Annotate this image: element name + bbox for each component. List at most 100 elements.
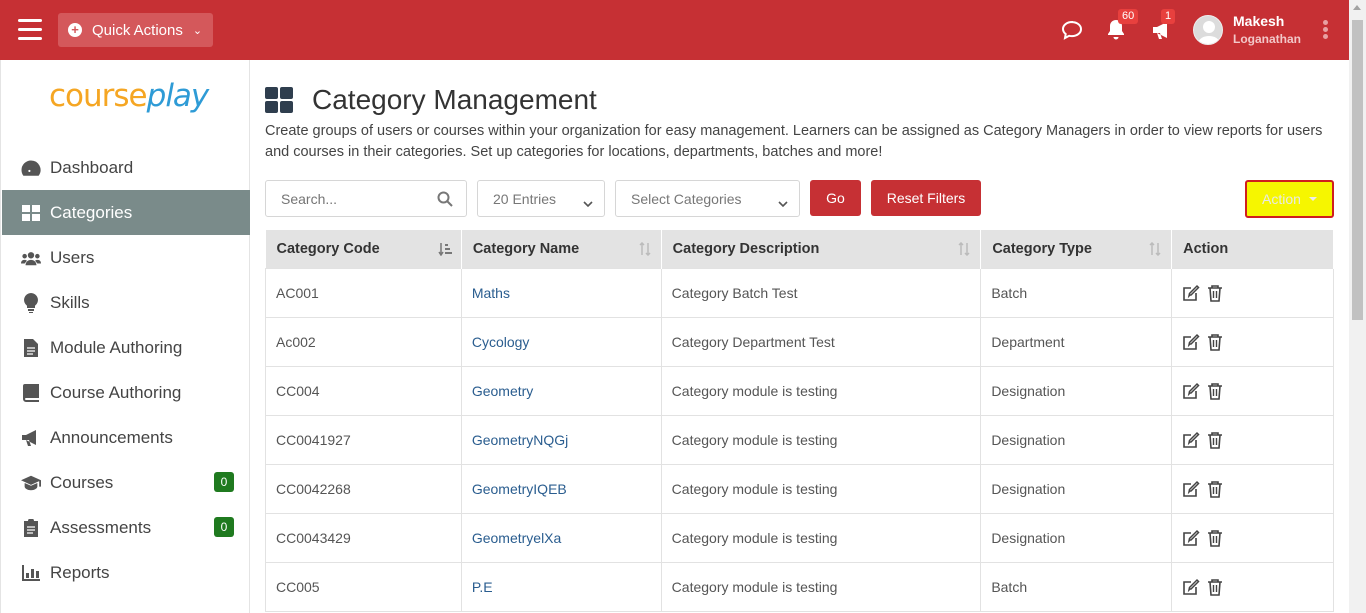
action-dropdown-button[interactable]: Action <box>1245 180 1334 218</box>
edit-icon[interactable] <box>1182 480 1200 498</box>
cell-category-type: Batch <box>980 267 1173 318</box>
column-header-code[interactable]: Category Code <box>265 230 462 268</box>
sidebar-item-label: Assessments <box>50 517 152 537</box>
column-header-description[interactable]: Category Description <box>661 230 982 268</box>
cell-category-code: CC005 <box>265 561 462 612</box>
trash-icon[interactable] <box>1207 529 1225 547</box>
edit-icon[interactable] <box>1182 578 1200 596</box>
edit-icon[interactable] <box>1182 529 1200 547</box>
chevron-down-icon <box>778 195 788 208</box>
page-description: Create groups of users or courses within… <box>265 123 1323 160</box>
reset-filters-button[interactable]: Reset Filters <box>871 180 981 216</box>
megaphone-icon <box>21 428 41 448</box>
table-row: Ac002 Cycology Category Department Test Dep… <box>265 316 1334 367</box>
edit-icon[interactable] <box>1182 333 1200 351</box>
entries-select[interactable]: 20 Entries <box>477 180 605 217</box>
trash-icon[interactable] <box>1207 333 1225 351</box>
assessments-count-badge: 0 <box>214 517 234 537</box>
search-input[interactable] <box>266 181 426 216</box>
sidebar-item-courses[interactable]: Courses 0 <box>2 460 250 505</box>
sidebar-item-label: Courses <box>50 472 114 492</box>
trash-icon[interactable] <box>1207 578 1225 596</box>
trash-icon[interactable] <box>1207 431 1225 449</box>
clipboard-icon <box>21 518 41 538</box>
table-row: CC0042268 GeometryIQEB Category module is … <box>265 463 1334 514</box>
cell-category-description: Category module is testing <box>660 512 982 563</box>
cell-category-name[interactable]: Geometry <box>460 365 662 416</box>
sort-icon[interactable] <box>638 241 652 257</box>
sidebar-item-label: Reports <box>50 562 110 582</box>
cell-actions <box>1171 512 1334 563</box>
sidebar-item-categories[interactable]: Categories <box>2 190 250 235</box>
sort-asc-icon[interactable] <box>438 242 452 257</box>
scroll-up-arrow-icon[interactable] <box>1353 5 1361 10</box>
sort-icon[interactable] <box>1148 241 1162 257</box>
more-options-icon[interactable] <box>1321 20 1329 40</box>
edit-icon[interactable] <box>1182 382 1200 400</box>
cell-category-name[interactable]: GeometryNQGj <box>460 414 662 465</box>
sort-icon[interactable] <box>957 241 971 257</box>
quick-actions-button[interactable]: + Quick Actions ⌄ <box>58 13 213 47</box>
cell-category-name[interactable]: Maths <box>460 267 662 318</box>
cell-category-code: CC004 <box>265 365 462 416</box>
chat-icon[interactable] <box>1060 18 1084 42</box>
trash-icon[interactable] <box>1207 382 1225 400</box>
sidebar-item-users[interactable]: Users <box>2 235 250 280</box>
announcements-badge: 1 <box>1161 9 1176 24</box>
edit-icon[interactable] <box>1182 431 1200 449</box>
cell-category-type: Designation <box>980 414 1173 465</box>
cell-category-name[interactable]: Cycology <box>460 316 662 367</box>
cell-category-type: Designation <box>980 365 1173 416</box>
search-icon[interactable] <box>437 191 453 207</box>
sidebar-item-label: Categories <box>50 202 133 222</box>
column-header-type[interactable]: Category Type <box>980 230 1173 268</box>
action-button-label: Action <box>1262 191 1301 207</box>
hamburger-menu-icon[interactable] <box>18 19 42 41</box>
chevron-down-icon: ⌄ <box>192 24 203 37</box>
cell-category-type: Batch <box>980 561 1173 612</box>
avatar[interactable] <box>1193 15 1223 45</box>
table-row: CC0041927 GeometryNQGj Category module is … <box>265 414 1334 465</box>
column-header-name[interactable]: Category Name <box>461 230 662 268</box>
trash-icon[interactable] <box>1207 480 1225 498</box>
cell-category-description: Category module is testing <box>660 561 982 612</box>
cell-category-description: Category module is testing <box>660 463 982 514</box>
cell-category-name[interactable]: GeometryelXa <box>460 512 662 563</box>
sidebar-item-course-authoring[interactable]: Course Authoring <box>2 370 250 415</box>
cell-actions <box>1171 316 1334 367</box>
categories-select[interactable]: Select Categories <box>615 180 800 217</box>
cell-category-code: CC0043429 <box>265 512 462 563</box>
cell-actions <box>1171 365 1334 416</box>
search-field[interactable] <box>265 180 467 217</box>
sidebar-item-skills[interactable]: Skills <box>2 280 250 325</box>
trash-icon[interactable] <box>1207 284 1225 302</box>
cell-category-description: Category module is testing <box>660 414 982 465</box>
sidebar-item-assessments[interactable]: Assessments 0 <box>2 505 250 550</box>
sidebar-item-announcements[interactable]: Announcements <box>2 415 250 460</box>
sidebar-item-dashboard[interactable]: Dashboard <box>2 145 250 190</box>
caret-down-icon <box>1308 197 1317 201</box>
cell-category-type: Department <box>980 316 1173 367</box>
bar-chart-icon <box>21 563 41 583</box>
users-icon <box>21 248 41 268</box>
cell-category-code: CC0042268 <box>265 463 462 514</box>
lightbulb-icon <box>21 292 41 313</box>
column-header-action: Action <box>1171 230 1334 268</box>
page-scrollbar[interactable] <box>1349 0 1366 613</box>
plus-icon: + <box>68 23 82 37</box>
dashboard-gauge-icon <box>21 158 41 178</box>
sidebar-item-module-authoring[interactable]: Module Authoring <box>2 325 250 370</box>
graduation-cap-icon <box>21 473 41 493</box>
edit-icon[interactable] <box>1182 284 1200 302</box>
sidebar-item-label: Dashboard <box>50 157 134 177</box>
page-title: Category Management <box>312 84 597 115</box>
cell-category-name[interactable]: P.E <box>460 561 662 612</box>
scroll-thumb[interactable] <box>1352 20 1363 320</box>
sidebar: courseplay Dashboard Categories Users Sk… <box>0 60 250 613</box>
cell-category-name[interactable]: GeometryIQEB <box>460 463 662 514</box>
categories-grid-icon <box>265 87 293 113</box>
sidebar-item-reports[interactable]: Reports <box>2 550 250 595</box>
categories-table: Category Code Category Name Category Des… <box>265 230 1334 612</box>
courseplay-logo[interactable]: courseplay <box>49 78 209 114</box>
go-button[interactable]: Go <box>810 180 861 216</box>
